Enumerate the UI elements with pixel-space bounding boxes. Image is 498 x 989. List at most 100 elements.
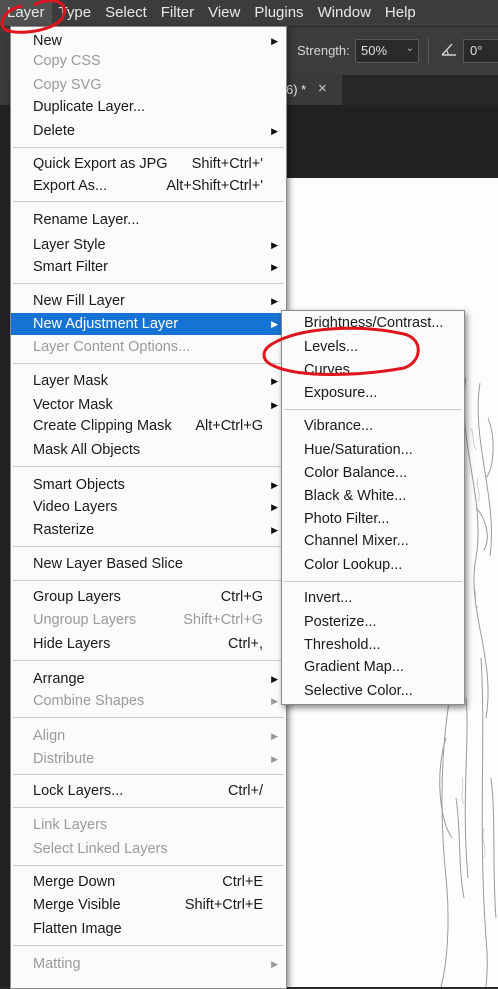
document-tab-title: 6) * <box>286 82 307 97</box>
menu-item-layer-style[interactable]: Layer Style ▶ <box>11 234 286 256</box>
menu-item-invert[interactable]: Invert... <box>282 587 464 609</box>
angle-icon <box>441 43 456 56</box>
menu-separator <box>284 409 462 410</box>
menu-item-rename-layer[interactable]: Rename Layer... <box>11 209 286 231</box>
strength-label: Strength: <box>297 43 350 58</box>
submenu-arrow-icon: ▶ <box>271 36 278 46</box>
submenu-arrow-icon: ▶ <box>271 262 278 272</box>
submenu-arrow-icon: ▶ <box>271 240 278 250</box>
menu-separator <box>13 466 284 467</box>
close-icon[interactable]: × <box>318 80 327 97</box>
menu-item-new[interactable]: New ▶ <box>11 30 286 52</box>
menu-item-curves[interactable]: Curves... <box>282 359 464 381</box>
menu-item-distribute: Distribute ▶ <box>11 748 286 770</box>
menu-item-hide-layers[interactable]: Hide Layers Ctrl+, <box>11 633 286 655</box>
submenu-arrow-icon: ▶ <box>271 674 278 684</box>
menu-bar: Layer Type Select Filter View Plugins Wi… <box>0 0 498 26</box>
menu-item-color-balance[interactable]: Color Balance... <box>282 462 464 484</box>
menu-item-quick-export[interactable]: Quick Export as JPG Shift+Ctrl+' <box>11 153 286 175</box>
menu-item-merge-down[interactable]: Merge Down Ctrl+E <box>11 871 286 893</box>
menu-separator <box>13 363 284 364</box>
menu-item-new-fill-layer[interactable]: New Fill Layer ▶ <box>11 290 286 312</box>
menu-item-vector-mask[interactable]: Vector Mask ▶ <box>11 394 286 416</box>
submenu-arrow-icon: ▶ <box>271 502 278 512</box>
submenu-arrow-icon: ▶ <box>271 480 278 490</box>
menu-item-exposure[interactable]: Exposure... <box>282 382 464 404</box>
menu-item-channel-mixer[interactable]: Channel Mixer... <box>282 530 464 552</box>
menu-separator <box>13 283 284 284</box>
submenu-arrow-icon: ▶ <box>271 126 278 136</box>
submenu-arrow-icon: ▶ <box>271 319 278 329</box>
menu-item-video-layers[interactable]: Video Layers ▶ <box>11 496 286 518</box>
menu-item-vibrance[interactable]: Vibrance... <box>282 415 464 437</box>
menu-help[interactable]: Help <box>378 0 423 26</box>
menu-item-copy-css: Copy CSS <box>33 53 101 69</box>
menu-separator <box>13 865 284 866</box>
menu-item-duplicate-layer[interactable]: Duplicate Layer... <box>11 96 286 118</box>
menu-item-gradient-map[interactable]: Gradient Map... <box>282 656 464 678</box>
strength-value: 50% <box>361 43 388 58</box>
menu-item-copy-svg: Copy SVG <box>33 77 102 93</box>
menu-item-merge-visible[interactable]: Merge Visible Shift+Ctrl+E <box>11 894 286 916</box>
menu-item-mask-all-objects[interactable]: Mask All Objects <box>11 439 286 461</box>
menu-separator <box>13 660 284 661</box>
menu-layer[interactable]: Layer <box>0 0 52 26</box>
menu-item-group-layers[interactable]: Group Layers Ctrl+G <box>11 586 286 608</box>
menu-item-ungroup-layers: Ungroup Layers Shift+Ctrl+G <box>33 612 263 628</box>
menu-separator <box>13 717 284 718</box>
chevron-down-icon: ⌄ <box>405 43 414 54</box>
submenu-arrow-icon: ▶ <box>271 525 278 535</box>
menu-window[interactable]: Window <box>311 0 378 26</box>
menu-separator <box>13 546 284 547</box>
menu-item-flatten-image[interactable]: Flatten Image <box>11 918 286 940</box>
menu-item-arrange[interactable]: Arrange ▶ <box>11 668 286 690</box>
menu-item-select-linked-layers: Select Linked Layers <box>33 841 168 857</box>
menu-item-posterize[interactable]: Posterize... <box>282 611 464 633</box>
menu-item-layer-mask[interactable]: Layer Mask ▶ <box>11 370 286 392</box>
menu-item-smart-objects[interactable]: Smart Objects ▶ <box>11 474 286 496</box>
menu-item-layer-content-options: Layer Content Options... <box>33 339 191 355</box>
angle-input[interactable]: 0° <box>463 39 498 63</box>
menu-item-brightness-contrast[interactable]: Brightness/Contrast... <box>282 312 464 334</box>
menu-item-export-as[interactable]: Export As... Alt+Shift+Ctrl+' <box>11 175 286 197</box>
submenu-arrow-icon: ▶ <box>271 376 278 386</box>
submenu-arrow-icon: ▶ <box>271 959 278 969</box>
menu-item-smart-filter[interactable]: Smart Filter ▶ <box>11 256 286 278</box>
adjustment-layer-submenu: Brightness/Contrast... Levels... Curves.… <box>281 310 465 705</box>
layer-menu: New ▶ Copy CSS Copy SVG Duplicate Layer..… <box>10 26 287 989</box>
options-divider <box>428 37 429 65</box>
menu-separator <box>13 774 284 775</box>
menu-item-new-adjustment-layer[interactable]: New Adjustment Layer ▶ <box>11 313 286 335</box>
menu-separator <box>13 807 284 808</box>
menu-plugins[interactable]: Plugins <box>247 0 310 26</box>
menu-item-black-white[interactable]: Black & White... <box>282 485 464 507</box>
menu-item-align: Align ▶ <box>11 725 286 747</box>
menu-item-delete[interactable]: Delete ▶ <box>11 120 286 142</box>
menu-item-photo-filter[interactable]: Photo Filter... <box>282 508 464 530</box>
menu-item-threshold[interactable]: Threshold... <box>282 634 464 656</box>
submenu-arrow-icon: ▶ <box>271 296 278 306</box>
submenu-arrow-icon: ▶ <box>271 731 278 741</box>
angle-value: 0° <box>470 43 483 58</box>
menu-item-create-clipping-mask[interactable]: Create Clipping Mask Alt+Ctrl+G <box>11 415 286 437</box>
menu-item-selective-color[interactable]: Selective Color... <box>282 680 464 702</box>
menu-item-lock-layers[interactable]: Lock Layers... Ctrl+/ <box>11 780 286 802</box>
menu-item-combine-shapes: Combine Shapes ▶ <box>11 690 286 712</box>
menu-type[interactable]: Type <box>52 0 99 26</box>
menu-item-levels[interactable]: Levels... <box>282 336 464 358</box>
menu-separator <box>13 147 284 148</box>
menu-view[interactable]: View <box>201 0 247 26</box>
submenu-arrow-icon: ▶ <box>271 400 278 410</box>
submenu-arrow-icon: ▶ <box>271 754 278 764</box>
menu-item-hue-saturation[interactable]: Hue/Saturation... <box>282 439 464 461</box>
menu-item-rasterize[interactable]: Rasterize ▶ <box>11 519 286 541</box>
menu-separator <box>13 580 284 581</box>
menu-item-new-layer-based-slice[interactable]: New Layer Based Slice <box>11 553 286 575</box>
menu-separator <box>13 945 284 946</box>
menu-item-color-lookup[interactable]: Color Lookup... <box>282 554 464 576</box>
menu-separator <box>13 201 284 202</box>
menu-item-link-layers: Link Layers <box>33 817 108 833</box>
menu-select[interactable]: Select <box>98 0 154 26</box>
menu-filter[interactable]: Filter <box>154 0 201 26</box>
strength-dropdown[interactable]: 50% ⌄ <box>355 39 419 63</box>
